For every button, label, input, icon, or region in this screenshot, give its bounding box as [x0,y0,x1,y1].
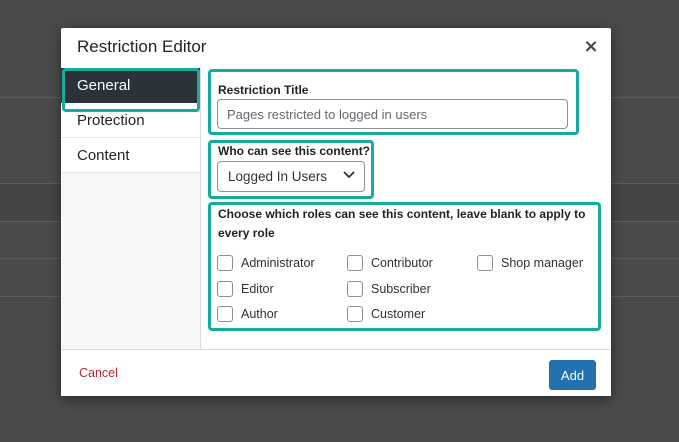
role-checkbox[interactable] [347,255,363,271]
role-editor[interactable]: Editor [217,281,274,297]
visibility-selected-value: Logged In Users [228,169,328,184]
role-checkbox[interactable] [477,255,493,271]
modal-header: Restriction Editor × [61,28,611,68]
modal-title: Restriction Editor [77,37,207,56]
role-checkbox[interactable] [347,281,363,297]
role-checkbox[interactable] [217,306,233,322]
role-checkbox[interactable] [347,306,363,322]
role-label: Customer [371,307,426,321]
restriction-title-label: Restriction Title [218,83,309,97]
general-panel: Restriction Title Who can see this conte… [202,68,611,349]
role-label: Editor [241,282,274,296]
restriction-editor-modal: Restriction Editor × General Protection … [61,28,611,396]
add-button[interactable]: Add [549,360,596,390]
chevron-down-icon [343,171,355,179]
role-customer[interactable]: Customer [347,306,425,322]
role-checkbox[interactable] [217,255,233,271]
role-administrator[interactable]: Administrator [217,255,315,271]
role-subscriber[interactable]: Subscriber [347,281,431,297]
restriction-title-input[interactable] [217,99,568,129]
cancel-link[interactable]: Cancel [79,366,118,380]
tab-content[interactable]: Content [61,138,200,173]
role-label: Administrator [241,256,315,270]
role-author[interactable]: Author [217,306,278,322]
role-checkbox[interactable] [217,281,233,297]
modal-footer: Cancel Add [61,349,611,396]
role-label: Subscriber [371,282,431,296]
tab-general[interactable]: General [61,68,200,103]
tab-list: General Protection Content [61,68,201,349]
role-label: Author [241,307,278,321]
role-contributor[interactable]: Contributor [347,255,433,271]
tab-protection[interactable]: Protection [61,103,200,138]
visibility-label: Who can see this content? [218,144,371,158]
role-label: Shop manager [501,256,584,270]
roles-label: Choose which roles can see this content,… [218,207,586,240]
visibility-select[interactable]: Logged In Users [217,161,365,192]
close-icon[interactable]: × [581,36,601,58]
role-shop-manager[interactable]: Shop manager [477,255,583,271]
role-label: Contributor [371,256,433,270]
